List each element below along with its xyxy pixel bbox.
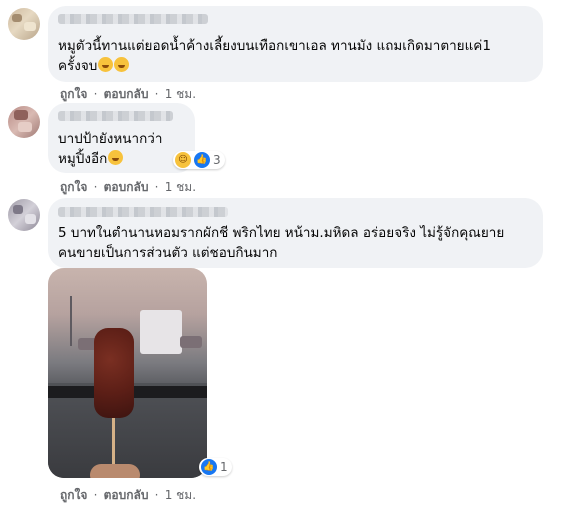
car xyxy=(180,336,202,348)
rofl-emoji xyxy=(98,57,114,72)
comment-actions: ถูกใจ · ตอบกลับ · 1 ชม. xyxy=(60,486,196,505)
reply-link[interactable]: ตอบกลับ xyxy=(104,180,149,194)
reply-link[interactable]: ตอบกลับ xyxy=(104,488,149,502)
comment-actions: ถูกใจ · ตอบกลับ · 1 ชม. xyxy=(60,85,196,104)
timestamp[interactable]: 1 ชม. xyxy=(165,180,196,194)
author-name-blurred[interactable] xyxy=(58,111,173,121)
comment-text-line-1: หมูตัวนี้ทานแต่ยอดน้ำค้างเลี้ยงบนเทือกเข… xyxy=(58,38,491,54)
reaction-count: 1 xyxy=(220,460,228,474)
comment-photo[interactable] xyxy=(48,268,207,478)
comment-text-line-2: คนขายเป็นการส่วนตัว แต่ชอบกินมาก xyxy=(58,245,278,261)
avatar[interactable] xyxy=(8,199,40,231)
like-icon: 👍 xyxy=(201,459,217,475)
comment-text-line-2: หมูปิ้งอีก xyxy=(58,149,124,169)
haha-icon: ☺ xyxy=(175,152,191,168)
like-icon: 👍 xyxy=(194,152,210,168)
comment-bubble: หมูตัวนี้ทานแต่ยอดน้ำค้างเลี้ยงบนเทือกเข… xyxy=(48,6,543,82)
hand xyxy=(90,464,140,478)
separator: · xyxy=(154,488,159,502)
comment-bubble: 5 บาทในตำนานหอมรากผักชี พริกไทย หน้าม.มห… xyxy=(48,198,543,268)
comment-text-line-1: บาปป้ายังหนากว่า xyxy=(58,131,163,147)
reply-link[interactable]: ตอบกลับ xyxy=(104,87,149,101)
like-link[interactable]: ถูกใจ xyxy=(60,180,87,194)
separator: · xyxy=(154,87,159,101)
avatar[interactable] xyxy=(8,106,40,138)
photo-reaction-summary[interactable]: 👍 1 xyxy=(199,458,232,476)
light-pole xyxy=(70,296,72,346)
rofl-emoji xyxy=(114,57,130,72)
separator: · xyxy=(93,87,98,101)
avatar[interactable] xyxy=(8,8,40,40)
truck xyxy=(140,310,182,354)
comment-text-line-1: 5 บาทในตำนานหอมรากผักชี พริกไทย หน้าม.มห… xyxy=(58,225,505,241)
reaction-count: 3 xyxy=(213,153,221,167)
timestamp[interactable]: 1 ชม. xyxy=(165,488,196,502)
laugh-emoji xyxy=(108,150,124,165)
like-link[interactable]: ถูกใจ xyxy=(60,87,87,101)
author-name-blurred[interactable] xyxy=(58,14,208,24)
separator: · xyxy=(93,180,98,194)
separator: · xyxy=(93,488,98,502)
grilled-pork xyxy=(94,328,134,418)
timestamp[interactable]: 1 ชม. xyxy=(165,87,196,101)
reaction-summary[interactable]: ☺ 👍 3 xyxy=(173,151,225,169)
like-link[interactable]: ถูกใจ xyxy=(60,488,87,502)
comment-text-line-2: ครั้งจบ xyxy=(58,56,130,76)
comment-actions: ถูกใจ · ตอบกลับ · 1 ชม. xyxy=(60,178,196,197)
separator: · xyxy=(154,180,159,194)
author-name-blurred[interactable] xyxy=(58,207,228,217)
